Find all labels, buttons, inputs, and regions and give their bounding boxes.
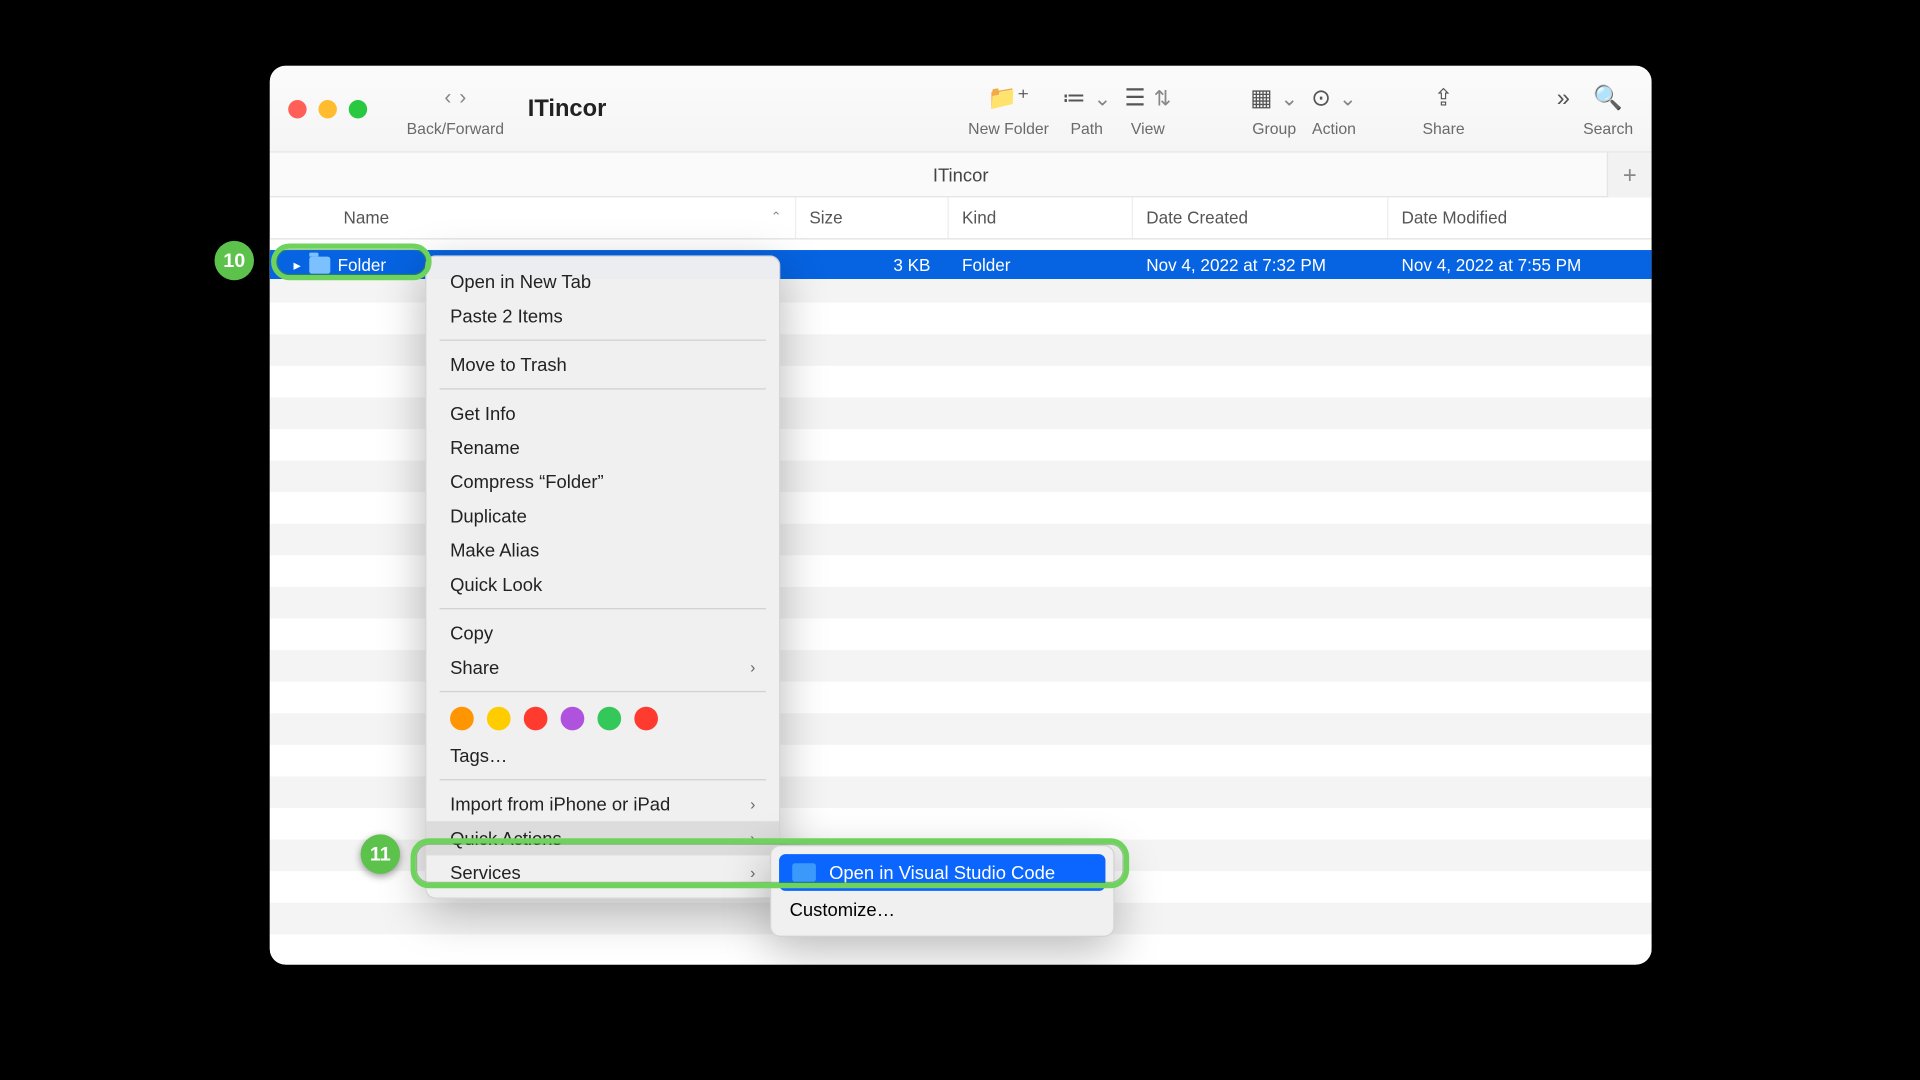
separator <box>440 691 766 692</box>
tag-color-dot[interactable] <box>450 707 474 731</box>
submenu-open-vscode[interactable]: Open in Visual Studio Code <box>779 854 1105 891</box>
file-date-created: Nov 4, 2022 at 7:32 PM <box>1133 255 1388 275</box>
ctx-quick-look[interactable]: Quick Look <box>426 567 779 601</box>
chevron-right-icon: › <box>750 829 755 847</box>
col-date-modified[interactable]: Date Modified <box>1388 197 1651 238</box>
tag-color-dot[interactable] <box>561 707 585 731</box>
chevron-down-icon: ⌄ <box>1280 85 1298 111</box>
separator <box>440 608 766 609</box>
back-button[interactable]: ‹ <box>444 86 451 110</box>
action-label: Action <box>1312 119 1356 137</box>
group-icon: ▦ <box>1250 84 1272 112</box>
new-folder-label: New Folder <box>968 119 1049 137</box>
file-kind: Folder <box>949 255 1133 275</box>
ctx-share[interactable]: Share› <box>426 650 779 684</box>
tag-color-dot[interactable] <box>634 707 658 731</box>
col-date-created[interactable]: Date Created <box>1133 197 1388 238</box>
callout-badge-10: 10 <box>215 241 254 280</box>
ctx-get-info[interactable]: Get Info <box>426 396 779 430</box>
file-name: Folder <box>338 255 387 275</box>
col-kind[interactable]: Kind <box>949 197 1133 238</box>
back-forward-label: Back/Forward <box>407 119 504 137</box>
new-folder-group[interactable]: 📁⁺ New Folder <box>968 80 1049 138</box>
ctx-compress[interactable]: Compress “Folder” <box>426 465 779 499</box>
ctx-tags[interactable]: Tags… <box>426 738 779 772</box>
path-group[interactable]: ≔ ⌄ Path <box>1062 80 1111 138</box>
view-icon: ☰ <box>1124 84 1145 112</box>
quick-actions-submenu: Open in Visual Studio Code Customize… <box>770 845 1115 937</box>
share-group[interactable]: ⇪ Share <box>1422 80 1464 138</box>
chevron-down-icon: ⌄ <box>1339 85 1357 111</box>
ctx-quick-actions[interactable]: Quick Actions› <box>426 821 779 855</box>
share-icon: ⇪ <box>1434 84 1454 112</box>
col-size[interactable]: Size <box>796 197 949 238</box>
tag-color-dot[interactable] <box>487 707 511 731</box>
group-label: Group <box>1252 119 1296 137</box>
view-group[interactable]: ☰ ⇅ View <box>1124 80 1171 138</box>
separator <box>440 779 766 780</box>
ctx-services[interactable]: Services› <box>426 855 779 889</box>
separator <box>440 388 766 389</box>
context-menu: Open in New Tab Paste 2 Items Move to Tr… <box>425 255 780 899</box>
path-icon: ≔ <box>1062 84 1086 112</box>
new-tab-button[interactable]: + <box>1607 153 1652 198</box>
chevron-down-icon: ⌄ <box>1094 85 1112 111</box>
col-name[interactable]: Name ⌃ <box>270 197 796 238</box>
ctx-duplicate[interactable]: Duplicate <box>426 499 779 533</box>
folder-icon <box>792 863 816 881</box>
new-folder-icon: 📁⁺ <box>988 84 1030 112</box>
ctx-open-new-tab[interactable]: Open in New Tab <box>426 265 779 299</box>
chevron-right-icon: › <box>750 795 755 813</box>
search-label: Search <box>1583 119 1633 137</box>
separator <box>440 340 766 341</box>
chevron-double-right-icon: » <box>1557 84 1570 112</box>
group-group[interactable]: ▦ ⌄ Group <box>1250 80 1298 138</box>
tab-bar: ITincor + <box>270 153 1652 198</box>
ctx-import[interactable]: Import from iPhone or iPad› <box>426 787 779 821</box>
action-group[interactable]: ⊙ ⌄ Action <box>1311 80 1356 138</box>
file-size: 3 KB <box>796 255 949 275</box>
disclosure-triangle-icon[interactable]: ▸ <box>293 256 300 273</box>
chevron-right-icon: › <box>750 658 755 676</box>
zoom-button[interactable] <box>349 99 367 117</box>
search-icon: 🔍 <box>1593 84 1623 112</box>
submenu-customize[interactable]: Customize… <box>771 891 1113 928</box>
ctx-tag-colors <box>426 699 779 738</box>
overflow-group[interactable]: » <box>1557 80 1570 138</box>
window-title: ITincor <box>528 95 607 123</box>
ctx-copy[interactable]: Copy <box>426 616 779 650</box>
tag-color-dot[interactable] <box>597 707 621 731</box>
ctx-make-alias[interactable]: Make Alias <box>426 533 779 567</box>
search-group[interactable]: 🔍 Search <box>1583 80 1633 138</box>
callout-badge-11: 11 <box>361 834 400 873</box>
ctx-rename[interactable]: Rename <box>426 430 779 464</box>
ctx-move-to-trash[interactable]: Move to Trash <box>426 347 779 381</box>
folder-icon <box>309 256 330 273</box>
tab-title[interactable]: ITincor <box>933 164 989 185</box>
forward-button[interactable]: › <box>459 86 466 110</box>
action-icon: ⊙ <box>1311 84 1331 112</box>
close-button[interactable] <box>288 99 306 117</box>
back-forward-group: ‹ › Back/Forward <box>407 80 504 138</box>
ctx-paste[interactable]: Paste 2 Items <box>426 299 779 333</box>
view-label: View <box>1131 119 1165 137</box>
file-date-modified: Nov 4, 2022 at 7:55 PM <box>1388 255 1651 275</box>
minimize-button[interactable] <box>318 99 336 117</box>
share-label: Share <box>1422 119 1464 137</box>
tag-color-dot[interactable] <box>524 707 548 731</box>
path-label: Path <box>1070 119 1102 137</box>
updown-icon: ⇅ <box>1154 85 1172 111</box>
sort-asc-icon: ⌃ <box>771 211 782 225</box>
toolbar: ‹ › Back/Forward ITincor 📁⁺ New Folder ≔… <box>270 66 1652 153</box>
column-headers: Name ⌃ Size Kind Date Created Date Modif… <box>270 197 1652 239</box>
window-controls <box>288 99 367 117</box>
chevron-right-icon: › <box>750 863 755 881</box>
